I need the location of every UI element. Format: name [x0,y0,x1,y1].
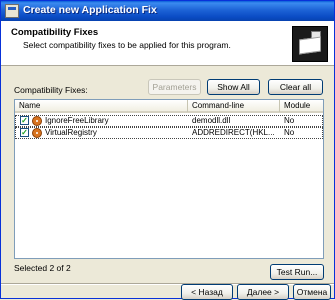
header-subtitle: Select compatibility fixes to be applied… [23,40,231,50]
list-item[interactable]: ✓ IgnoreFreeLibrary demodll.dll No [15,115,323,127]
fix-module: No [284,128,295,137]
test-run-button[interactable]: Test Run... [270,264,324,280]
clear-all-button[interactable]: Clear all [268,79,323,95]
wizard-header: Compatibility Fixes Select compatibility… [1,21,334,66]
parameters-button[interactable]: Parameters [148,79,201,95]
checkbox[interactable]: ✓ [20,128,29,137]
checkbox[interactable]: ✓ [20,116,29,125]
header-title: Compatibility Fixes [11,27,99,38]
column-command-line[interactable]: Command-line [188,100,280,112]
next-button[interactable]: Далее > [237,284,289,300]
fixes-label: Compatibility Fixes: [14,85,88,95]
gear-icon [32,128,42,138]
wizard-window: Create new Application Fix Compatibility… [0,0,335,300]
list-header: Name Command-line Module [15,100,323,113]
gear-icon [32,116,42,126]
fix-command-line: demodll.dll [192,116,231,125]
fix-name: IgnoreFreeLibrary [45,116,109,125]
computer-plug-icon [292,26,328,62]
title-bar[interactable]: Create new Application Fix [1,1,334,21]
fix-name: VirtualRegistry [45,128,97,137]
fix-command-line: ADDREDIRECT(HKL... [192,128,275,137]
cancel-button[interactable]: Отмена [293,284,331,300]
column-name[interactable]: Name [15,100,188,112]
list-item[interactable]: ✓ VirtualRegistry ADDREDIRECT(HKL... No [15,127,323,139]
column-module[interactable]: Module [280,100,324,112]
show-all-button[interactable]: Show All [207,79,260,95]
app-window-icon [5,4,19,18]
back-button[interactable]: < Назад [181,284,233,300]
fix-module: No [284,116,295,125]
window-title: Create new Application Fix [23,4,157,16]
selection-count: Selected 2 of 2 [14,263,71,273]
fixes-list[interactable]: Name Command-line Module ✓ IgnoreFreeLib… [14,99,324,259]
